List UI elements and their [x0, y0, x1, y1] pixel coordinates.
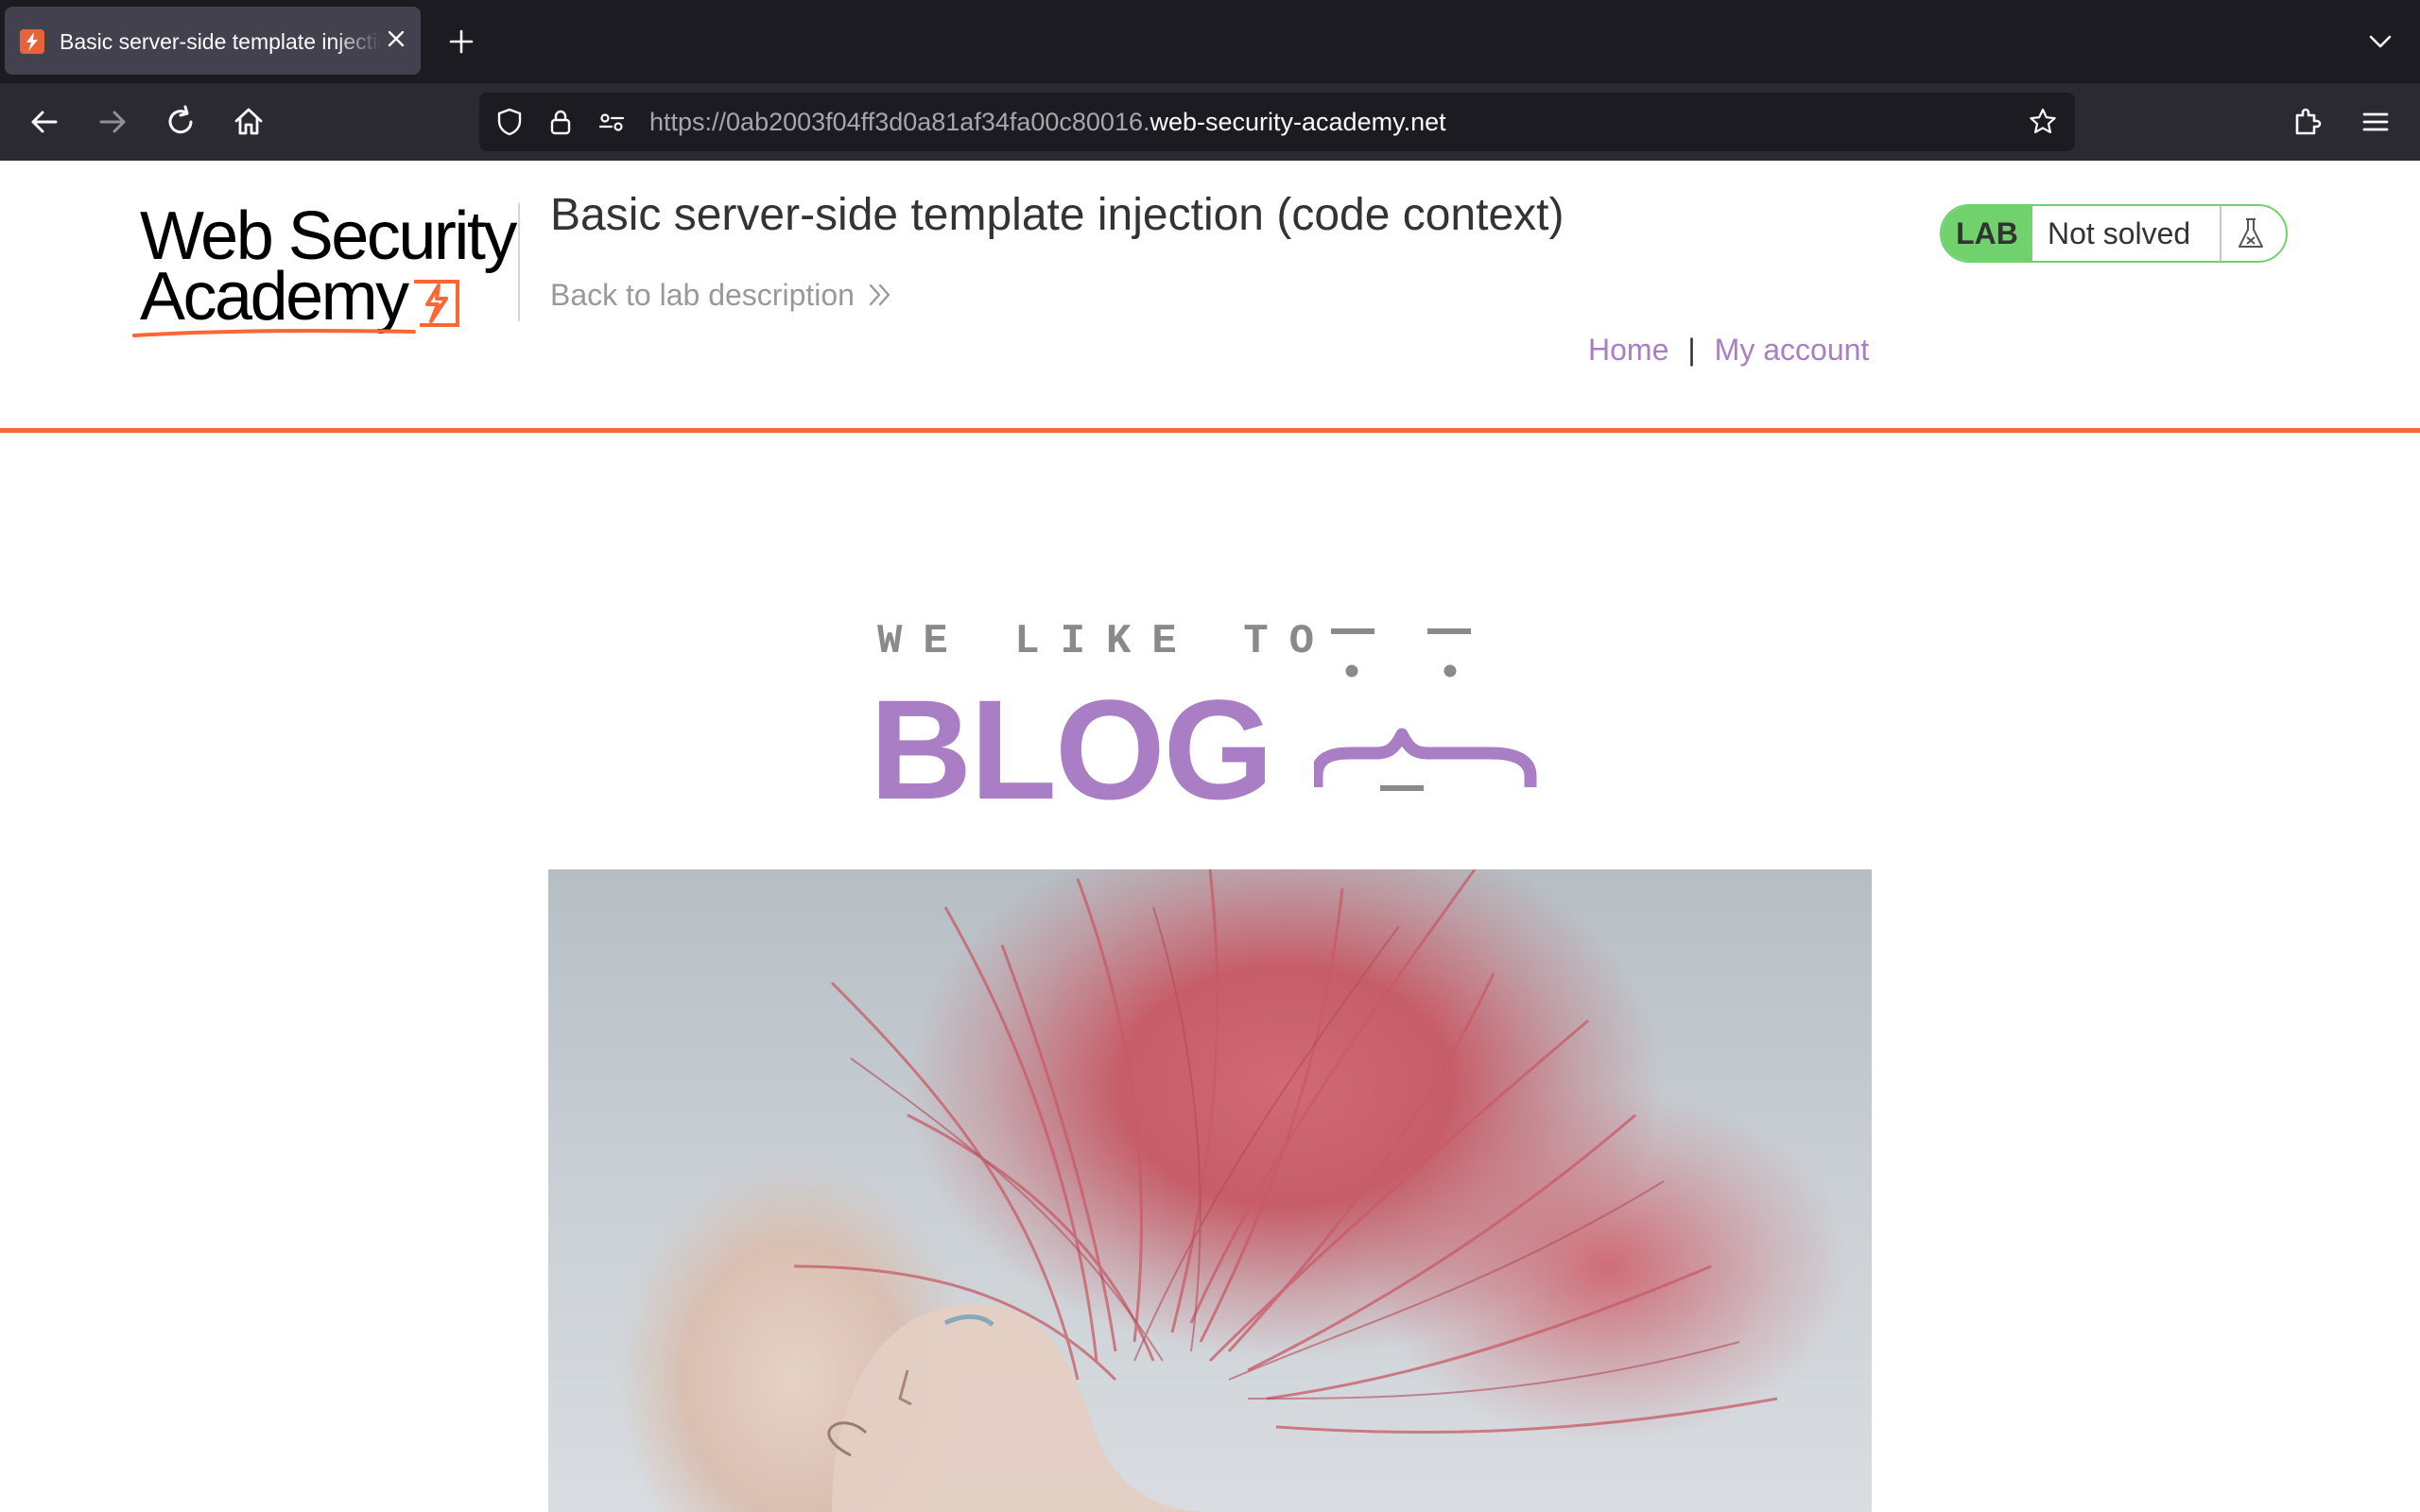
double-chevron-right-icon [869, 284, 890, 305]
url-text[interactable]: https://0ab2003f04ff3d0a81af34fa00c80016… [649, 106, 1446, 138]
shield-icon[interactable] [494, 107, 525, 137]
burp-favicon-icon [20, 29, 44, 54]
bookmark-star-icon[interactable] [2028, 107, 2058, 137]
nav-separator: | [1687, 333, 1696, 367]
url-scheme-subdomain: https://0ab2003f04ff3d0a81af34fa00c80016… [649, 108, 1150, 136]
browser-tab[interactable]: Basic server-side template injection (co… [5, 7, 421, 75]
tab-title: Basic server-side template injection (co… [60, 29, 381, 54]
blog-nav: Home | My account [1588, 331, 1869, 369]
back-link-label: Back to lab description [550, 278, 855, 312]
url-bar[interactable]: https://0ab2003f04ff3d0a81af34fa00c80016… [479, 93, 2075, 151]
lab-label: LAB [1942, 206, 2032, 261]
lock-icon[interactable] [545, 107, 576, 137]
banner-tagline: WE LIKE TO [877, 618, 1336, 665]
lab-status: Not solved [2048, 216, 2191, 250]
hero-image [548, 869, 1872, 1512]
browser-nav-bar: https://0ab2003f04ff3d0a81af34fa00c80016… [0, 83, 2420, 161]
logo-bolt-icon [414, 280, 459, 327]
browser-tab-bar: Basic server-side template injection (co… [0, 0, 2420, 83]
banner-title: BLOG [870, 670, 1273, 829]
logo-underline-icon [132, 329, 416, 337]
logo-line2: Academy [140, 259, 409, 335]
back-to-lab-description-link[interactable]: Back to lab description [550, 276, 892, 314]
lab-status-badge: LAB Not solved [1940, 204, 2288, 263]
reload-icon[interactable] [161, 102, 200, 142]
extensions-icon[interactable] [2288, 102, 2327, 142]
home-icon[interactable] [229, 102, 268, 142]
home-link[interactable]: Home [1588, 333, 1668, 367]
lab-title: Basic server-side template injection (co… [550, 190, 1564, 240]
url-host: web-security-academy.net [1150, 108, 1446, 136]
lab-badge-divider [2220, 206, 2221, 261]
permissions-icon[interactable] [596, 107, 627, 137]
back-arrow-icon[interactable] [25, 102, 64, 142]
chevron-down-icon[interactable] [2363, 25, 2397, 59]
my-account-link[interactable]: My account [1715, 333, 1870, 367]
header-accent-rule [0, 428, 2420, 433]
menu-icon[interactable] [2356, 102, 2395, 142]
tab-close-icon[interactable] [381, 24, 411, 54]
forward-arrow-icon[interactable] [93, 102, 132, 142]
blog-banner: WE LIKE TO BLOG [870, 605, 1550, 820]
brace-face-icon [1314, 628, 1537, 791]
web-security-academy-logo[interactable]: Web Security Academy [132, 198, 517, 340]
header-divider [518, 203, 520, 321]
new-tab-icon[interactable] [444, 25, 478, 59]
flask-icon [2231, 214, 2271, 253]
hair-strands-illustration [793, 869, 1778, 1512]
